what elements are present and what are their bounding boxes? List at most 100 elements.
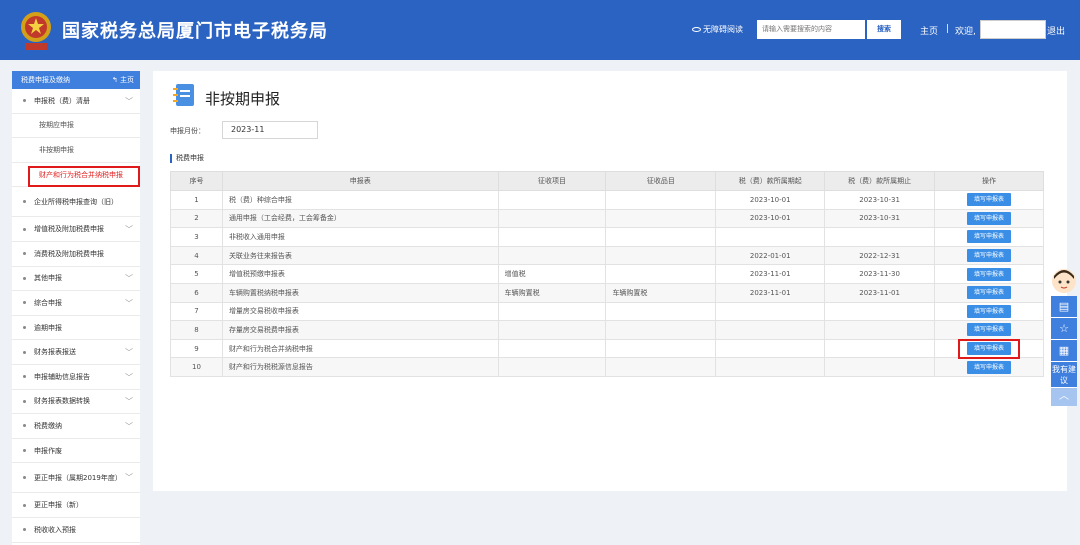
cell-no: 6	[170, 282, 223, 303]
cell-item	[497, 338, 607, 359]
cell-item	[497, 245, 607, 266]
welcome-text: 欢迎,	[955, 27, 976, 37]
cell-no: 4	[170, 245, 223, 266]
bullet-icon	[23, 252, 26, 256]
sidebar-item-revenue-forecast[interactable]: 税收收入预报	[12, 518, 140, 543]
sidebar-item-corporate-income-tax[interactable]: 企业所得税申报查询（旧）	[12, 187, 140, 218]
sidebar-item-data-conversion[interactable]: 财务报表数据转换 ﹀	[12, 390, 140, 415]
cell-item	[497, 357, 607, 377]
cell-action: 填写申报表	[934, 208, 1044, 229]
cell-end: 2023-10-31	[824, 208, 936, 229]
chevron-down-icon: ﹀	[125, 348, 133, 358]
cell-item	[497, 320, 607, 340]
fill-form-button[interactable]: 填写申报表	[967, 323, 1012, 337]
sidebar-item-label: 逾期申报	[34, 323, 62, 332]
floating-toolbar: ▤ ☆ ▦ 我有建议 ︿	[1051, 268, 1077, 406]
cell-start: 2023-11-01	[715, 282, 826, 303]
calculator-icon[interactable]: ▦	[1051, 340, 1077, 362]
tax-emblem-icon	[21, 12, 51, 50]
sidebar-item-financial-report[interactable]: 财务报表报送 ﹀	[12, 340, 140, 365]
fill-form-button[interactable]: 填写申报表	[967, 304, 1012, 318]
sidebar-item-vat[interactable]: 增值税及附加税费申报 ﹀	[12, 217, 140, 242]
sidebar-item-label: 非按期申报	[39, 145, 74, 154]
search-button[interactable]: 搜索	[867, 20, 901, 39]
table-header-row: 序号 申报表 征收项目 征收品目 税（费）款所属期起 税（费）款所属期止 操作	[170, 171, 1044, 191]
sidebar-item-label: 税费缴纳	[34, 421, 62, 430]
cell-end: 2023-10-31	[824, 190, 936, 210]
cell-item	[497, 190, 607, 210]
table-row: 10 财产和行为税税源信息报告 填写申报表	[170, 357, 1044, 377]
chevron-down-icon: ﹀	[125, 472, 133, 482]
table-row: 7 增量房交易税收申报表 填写申报表	[170, 301, 1044, 322]
page-title: 非按期申报	[205, 90, 281, 108]
form-icon[interactable]: ▤	[1051, 296, 1077, 318]
sidebar-home-link[interactable]: ↰ 主页	[112, 71, 134, 89]
sidebar-item-label: 更正申报（属期2019年度）	[34, 473, 122, 482]
fill-form-button[interactable]: 填写申报表	[967, 360, 1012, 374]
column-header: 税（费）款所属期起	[715, 171, 826, 191]
fill-form-button[interactable]: 填写申报表	[967, 230, 1012, 244]
cell-sub-item	[605, 301, 717, 322]
fill-form-button[interactable]: 填写申报表	[967, 193, 1012, 207]
bullet-icon	[23, 528, 26, 532]
cell-start: 2023-10-01	[715, 190, 826, 210]
chevron-down-icon: ﹀	[125, 225, 133, 235]
cell-no: 8	[170, 320, 223, 340]
bullet-icon	[23, 375, 26, 379]
sidebar-item-nonperiodic[interactable]: 非按期申报	[12, 138, 140, 163]
sidebar-title: 税费申报及缴纳	[21, 76, 70, 84]
sidebar-item-label: 申报作废	[34, 446, 62, 455]
month-input[interactable]: 2023-11	[222, 121, 318, 139]
cell-start	[715, 338, 826, 359]
sidebar-item-consumption-tax[interactable]: 消费税及附加税费申报	[12, 242, 140, 267]
sidebar-item-void[interactable]: 申报作废	[12, 439, 140, 464]
sidebar-item-overdue[interactable]: 逾期申报	[12, 316, 140, 341]
column-header: 操作	[934, 171, 1044, 191]
cell-end: 2023-11-01	[824, 282, 936, 303]
cell-item: 增值税	[497, 264, 607, 284]
sidebar-item-tax-payment[interactable]: 税费缴纳 ﹀	[12, 414, 140, 439]
cell-sub-item: 车辆购置税	[605, 282, 717, 303]
up-arrow-icon[interactable]: ︿	[1051, 388, 1077, 406]
cell-end	[824, 338, 936, 359]
sidebar-item-declaration-list[interactable]: 申报税（费）清册 ﹀	[12, 89, 140, 114]
bullet-icon	[23, 276, 26, 280]
bullet-icon	[23, 350, 26, 354]
logout-link[interactable]: 退出	[1047, 24, 1065, 37]
assistant-avatar[interactable]	[1051, 268, 1077, 294]
sidebar-header: 税费申报及缴纳 ↰ 主页	[12, 71, 140, 89]
sidebar-item-correction-2019[interactable]: 更正申报（属期2019年度） ﹀	[12, 463, 140, 494]
eye-icon	[692, 27, 701, 32]
cell-no: 5	[170, 264, 223, 284]
fill-form-button[interactable]: 填写申报表	[967, 211, 1012, 225]
sidebar-item-other[interactable]: 其他申报 ﹀	[12, 267, 140, 292]
bullet-icon	[23, 399, 26, 403]
table-row: 9 财产和行为税合并纳税申报 填写申报表	[170, 338, 1044, 359]
accessibility-link[interactable]: 无障碍阅读	[692, 24, 743, 35]
accessibility-label: 无障碍阅读	[703, 25, 743, 34]
cell-no: 1	[170, 190, 223, 210]
cell-item: 车辆购置税	[497, 282, 607, 303]
suggestion-button[interactable]: 我有建议	[1051, 362, 1077, 388]
home-link[interactable]: 主页	[920, 24, 938, 37]
star-icon[interactable]: ☆	[1051, 318, 1077, 340]
sidebar-item-aux-info[interactable]: 申报辅助信息报告 ﹀	[12, 365, 140, 390]
fill-form-button[interactable]: 填写申报表	[967, 286, 1012, 300]
search-input[interactable]	[757, 20, 865, 39]
header-separator: |	[946, 24, 950, 34]
fill-form-button[interactable]: 填写申报表	[967, 249, 1012, 263]
fill-form-button[interactable]: 填写申报表	[967, 267, 1012, 281]
sidebar-item-comprehensive[interactable]: 综合申报 ﹀	[12, 291, 140, 316]
button-highlight-box	[958, 339, 1020, 359]
bullet-icon	[23, 424, 26, 428]
sidebar-item-correction-new[interactable]: 更正申报（新）	[12, 493, 140, 518]
sidebar-item-periodic[interactable]: 按期应申报	[12, 114, 140, 139]
cell-form: 关联业务往来报告表	[221, 245, 499, 266]
cell-sub-item	[605, 357, 717, 377]
cell-form: 车辆购置税纳税申报表	[221, 282, 499, 303]
chevron-down-icon: ﹀	[125, 274, 133, 284]
cell-end	[824, 227, 936, 247]
sidebar-item-label: 综合申报	[34, 298, 62, 307]
table-row: 6 车辆购置税纳税申报表 车辆购置税 车辆购置税 2023-11-01 2023-11-0…	[170, 282, 1044, 303]
cell-start	[715, 301, 826, 322]
